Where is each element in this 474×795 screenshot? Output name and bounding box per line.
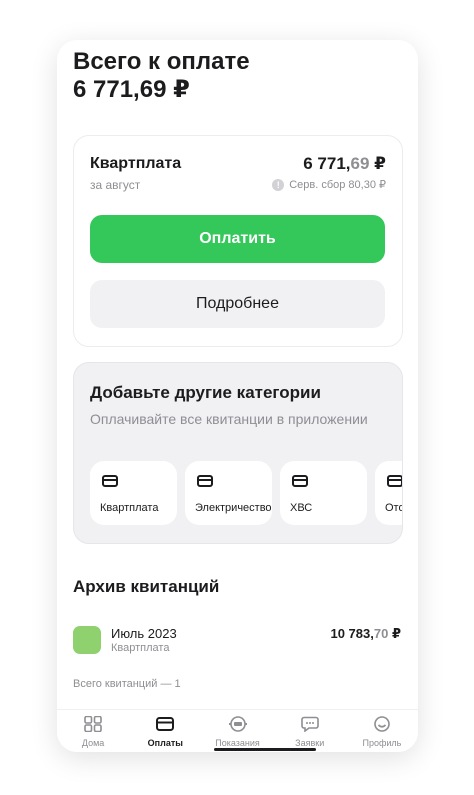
archive-amount-currency: ₽	[388, 626, 401, 641]
archive-amount: 10 783,70 ₽	[330, 626, 401, 642]
category-tile-electricity[interactable]: Электричество	[185, 461, 272, 525]
add-categories-block: Добавьте другие категории Оплачивайте вс…	[73, 362, 403, 544]
tab-label: Дома	[81, 738, 105, 748]
card-icon	[387, 475, 402, 487]
add-categories-title: Добавьте другие категории	[90, 383, 321, 402]
category-tile-heating[interactable]: Отопление	[375, 461, 402, 525]
archive-count: Всего квитанций — 1	[73, 678, 181, 690]
pay-button[interactable]: Оплатить	[90, 215, 385, 263]
archive-month: Июль 2023	[111, 626, 177, 641]
archive-category: Квартплата	[111, 642, 170, 654]
tab-home[interactable]: Дома	[57, 710, 129, 752]
card-icon	[292, 475, 308, 487]
category-tile-hvs[interactable]: ХВС	[280, 461, 367, 525]
payment-amount-kopecks: 69	[350, 154, 370, 173]
grid-icon	[84, 716, 102, 732]
payment-card-title: Квартплата	[90, 155, 182, 172]
tab-payments[interactable]: Оплаты	[129, 710, 201, 752]
card-icon	[197, 475, 213, 487]
payment-card[interactable]: Квартплата за август 6 771,69 ₽ ! Серв. …	[73, 135, 403, 347]
category-tile-label: ХВС	[290, 502, 313, 514]
tab-profile[interactable]: Профиль	[346, 710, 418, 752]
receipt-thumbnail	[73, 626, 101, 654]
payment-amount-main: 6 771,	[303, 154, 351, 173]
meter-icon	[228, 716, 247, 732]
payment-amount-currency: ₽	[369, 154, 386, 173]
add-categories-subtitle: Оплачивайте все квитанции в приложении	[90, 411, 368, 427]
tab-label: Оплаты	[147, 738, 183, 748]
home-indicator	[214, 748, 316, 751]
payment-card-subtitle: за август	[90, 178, 141, 192]
archive-amount-kopecks: 70	[373, 626, 389, 641]
tab-label: Профиль	[362, 738, 402, 748]
archive-amount-main: 10 783,	[330, 626, 374, 641]
card-icon	[102, 475, 118, 487]
category-tile-label: Квартплата	[100, 502, 159, 514]
app-screen: Всего к оплате 6 771,69 ₽ Квартплата за …	[57, 40, 418, 752]
smile-icon	[374, 716, 390, 732]
total-amount: 6 771,69 ₽	[73, 76, 190, 103]
card-icon	[156, 717, 175, 731]
archive-title: Архив квитанций	[73, 577, 220, 596]
tab-requests[interactable]: Заявки	[274, 710, 346, 752]
tab-readings[interactable]: Показания	[201, 710, 273, 752]
tab-label: Показания	[215, 738, 260, 748]
info-icon[interactable]: !	[272, 178, 285, 191]
service-fee: ! Серв. сбор 80,30 ₽	[272, 178, 386, 191]
category-tile-label: Электричество	[195, 502, 272, 514]
tab-bar: Дома Оплаты Показания Заявки Профиль	[57, 709, 418, 752]
details-button[interactable]: Подробнее	[90, 280, 385, 328]
category-tile-kvartplata[interactable]: Квартплата	[90, 461, 177, 525]
archive-row[interactable]: Июль 2023 Квартплата 10 783,70 ₽	[73, 625, 401, 655]
total-label: Всего к оплате	[73, 48, 250, 75]
chat-icon	[300, 716, 319, 732]
service-fee-text: Серв. сбор 80,30 ₽	[289, 179, 386, 191]
payment-amount: 6 771,69 ₽	[303, 154, 386, 174]
tab-label: Заявки	[295, 738, 325, 748]
category-tile-label: Отопление	[385, 502, 402, 514]
